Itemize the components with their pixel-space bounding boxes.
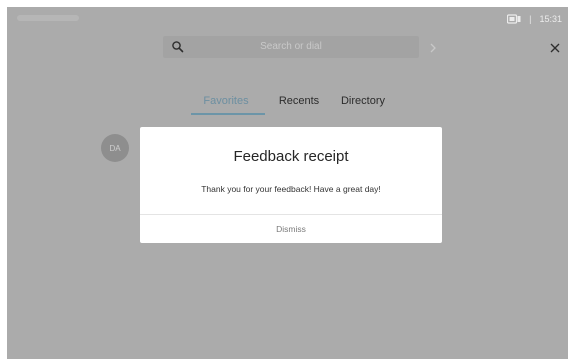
status-right: | 15:31: [507, 14, 562, 24]
dialog-message: Thank you for your feedback! Have a grea…: [201, 184, 381, 194]
search-placeholder: Search or dial: [260, 41, 322, 52]
status-separator: |: [529, 14, 532, 24]
clock: 15:31: [539, 14, 562, 24]
camera-icon: [507, 14, 521, 24]
device-name-blurred: [17, 15, 79, 21]
search-input[interactable]: Search or dial: [163, 36, 419, 58]
close-icon[interactable]: [549, 41, 561, 53]
status-bar: | 15:31: [7, 7, 568, 32]
tab-recents[interactable]: Recents: [267, 95, 331, 115]
tab-favorites[interactable]: Favorites: [185, 95, 267, 115]
tab-directory[interactable]: Directory: [331, 95, 395, 115]
screen: | 15:31 Search or dial Favorites Recents…: [7, 7, 568, 359]
dialog-title: Feedback receipt: [233, 148, 349, 165]
avatar[interactable]: DA: [101, 134, 129, 162]
feedback-dialog: Feedback receipt Thank you for your feed…: [140, 127, 442, 243]
tab-bar: Favorites Recents Directory: [185, 95, 395, 115]
chevron-right-icon[interactable]: [428, 41, 438, 53]
dismiss-button[interactable]: Dismiss: [140, 215, 442, 243]
